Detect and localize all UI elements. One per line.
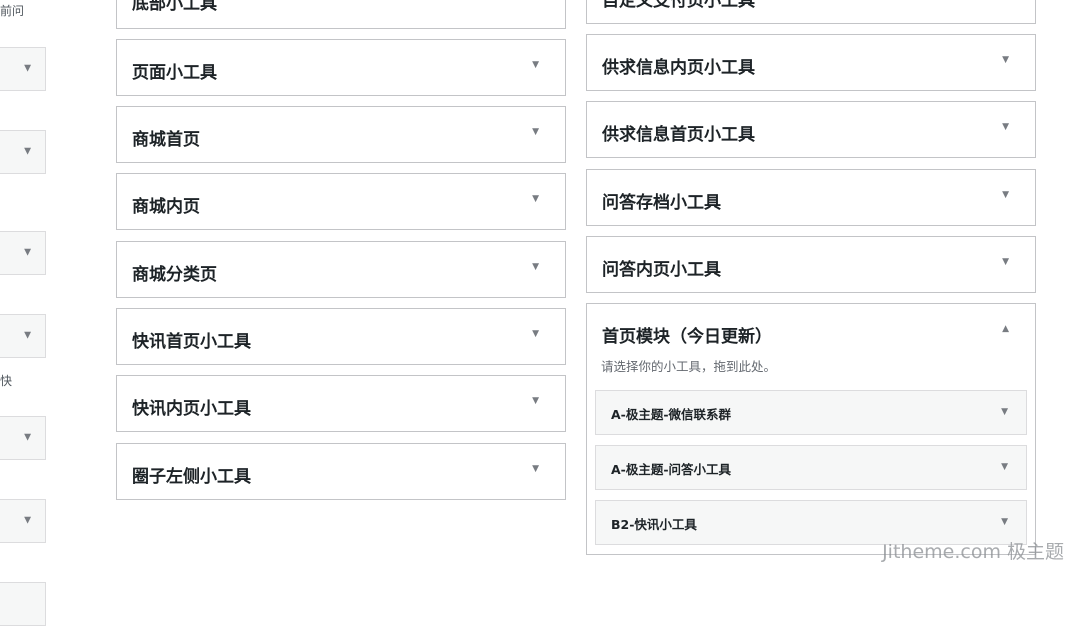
chevron-down-icon[interactable]: ▼ [532, 465, 539, 474]
widget-title: B2-快讯小工具 [611, 517, 697, 532]
sidebar-title: 快讯首页小工具 [132, 332, 251, 352]
chevron-down-icon[interactable]: ▼ [1001, 518, 1008, 527]
sidebar-panel[interactable]: 页面小工具 ▼ [116, 39, 566, 96]
chevron-down-icon[interactable]: ▼ [532, 128, 539, 137]
chevron-down-icon: ▼ [24, 515, 31, 526]
sidebar-panel[interactable]: 商城首页 ▼ [116, 106, 566, 163]
chevron-down-icon: ▼ [24, 247, 31, 258]
chevron-down-icon[interactable]: ▼ [1002, 191, 1009, 200]
sidebar-title: 供求信息首页小工具 [602, 125, 755, 145]
left-partial-select[interactable]: ▼ [0, 314, 46, 358]
sidebar-title: 快讯内页小工具 [132, 399, 251, 419]
watermark: Jitheme.com 极主题 [882, 541, 1064, 563]
chevron-down-icon: ▼ [24, 146, 31, 157]
sidebar-title: 页面小工具 [132, 63, 217, 83]
left-partial-select[interactable]: ▼ [0, 47, 46, 91]
sidebar-panel[interactable]: 供求信息首页小工具 ▼ [586, 101, 1036, 158]
sidebar-panel[interactable]: 快讯内页小工具 ▼ [116, 375, 566, 432]
expanded-sidebar-panel[interactable]: 首页模块（今日更新） ▲ 请选择你的小工具，拖到此处。 A-极主题-微信联系群 … [586, 303, 1036, 555]
chevron-down-icon[interactable]: ▼ [1002, 258, 1009, 267]
left-partial-select[interactable]: ▼ [0, 231, 46, 275]
sidebar-title: 圈子左侧小工具 [132, 467, 251, 487]
sidebar-panel[interactable]: 问答内页小工具 ▼ [586, 236, 1036, 293]
widget-item[interactable]: A-极主题-问答小工具 ▼ [595, 445, 1027, 490]
left-fragment-text: 前问 [0, 4, 25, 18]
widget-title: A-极主题-微信联系群 [611, 407, 732, 422]
chevron-down-icon: ▼ [24, 63, 31, 74]
left-partial-select[interactable]: ▼ [0, 499, 46, 543]
chevron-down-icon[interactable]: ▼ [532, 263, 539, 272]
chevron-down-icon[interactable]: ▼ [532, 61, 539, 70]
sidebar-panel[interactable]: 问答存档小工具 ▼ [586, 169, 1036, 226]
chevron-down-icon: ▼ [24, 330, 31, 341]
chevron-down-icon: ▼ [24, 432, 31, 443]
sidebar-title: 首页模块（今日更新） [602, 327, 772, 347]
sidebar-title: 供求信息内页小工具 [602, 58, 755, 78]
chevron-down-icon[interactable]: ▼ [532, 330, 539, 339]
sidebar-panel[interactable]: 供求信息内页小工具 ▼ [586, 34, 1036, 91]
sidebar-title: 问答内页小工具 [602, 260, 721, 280]
sidebar-panel[interactable]: 自定义支付页小工具 [586, 0, 1036, 24]
chevron-down-icon[interactable]: ▼ [532, 397, 539, 406]
sidebar-panel[interactable]: 快讯首页小工具 ▼ [116, 308, 566, 365]
sidebar-panel[interactable]: 底部小工具 [116, 0, 566, 29]
sidebar-title: 问答存档小工具 [602, 193, 721, 213]
chevron-down-icon[interactable]: ▼ [1002, 56, 1009, 65]
widget-item[interactable]: A-极主题-微信联系群 ▼ [595, 390, 1027, 435]
left-fragment-text: 快 [0, 374, 13, 388]
widget-title: A-极主题-问答小工具 [611, 462, 732, 477]
sidebar-title: 底部小工具 [132, 0, 217, 14]
left-partial-select[interactable]: ▼ [0, 130, 46, 174]
sidebar-title: 商城首页 [132, 130, 200, 150]
sidebar-panel[interactable]: 圈子左侧小工具 ▼ [116, 443, 566, 500]
sidebar-title: 自定义支付页小工具 [602, 0, 755, 11]
chevron-down-icon[interactable]: ▼ [1001, 463, 1008, 472]
left-partial-select[interactable] [0, 582, 46, 626]
left-partial-select[interactable]: ▼ [0, 416, 46, 460]
sidebar-title: 商城分类页 [132, 265, 217, 285]
sidebar-title: 商城内页 [132, 197, 200, 217]
sidebar-panel[interactable]: 商城分类页 ▼ [116, 241, 566, 298]
chevron-down-icon[interactable]: ▼ [1001, 408, 1008, 417]
chevron-up-icon[interactable]: ▲ [1002, 325, 1009, 334]
chevron-down-icon[interactable]: ▼ [532, 195, 539, 204]
sidebar-panel[interactable]: 商城内页 ▼ [116, 173, 566, 230]
sidebar-description: 请选择你的小工具，拖到此处。 [601, 359, 777, 374]
chevron-down-icon[interactable]: ▼ [1002, 123, 1009, 132]
